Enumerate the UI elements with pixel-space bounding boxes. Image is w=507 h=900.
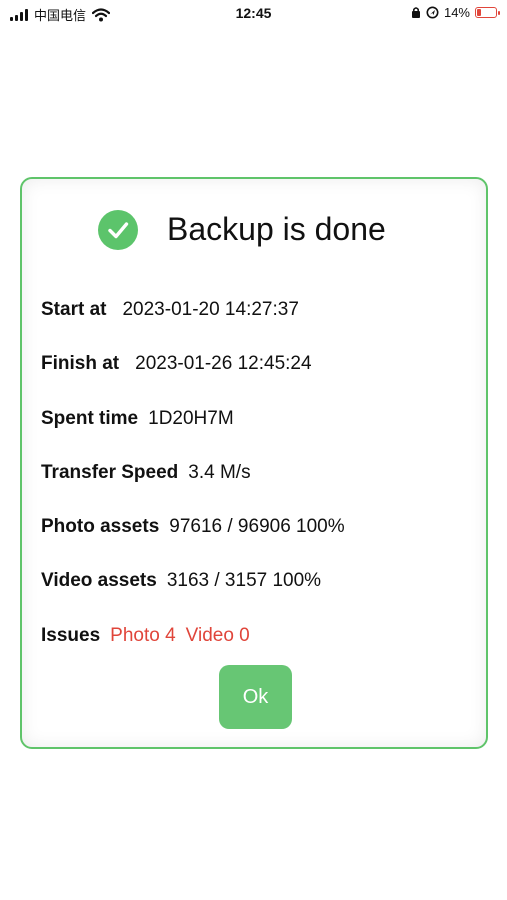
start-label: Start at — [41, 299, 107, 320]
spent-row: Spent time 1D20H7M — [41, 407, 234, 431]
status-right: 14% — [411, 5, 500, 20]
lock-icon — [411, 7, 420, 18]
photo-assets-label: Photo assets — [41, 516, 160, 537]
spent-value: 1D20H7M — [148, 408, 234, 429]
issues-photo-count: Photo 4 — [110, 625, 176, 646]
dialog-title: Backup is done — [167, 211, 386, 247]
battery-percent: 14% — [443, 5, 470, 20]
spent-label: Spent time — [41, 408, 139, 429]
finish-label: Finish at — [41, 353, 120, 374]
issues-video-count: Video 0 — [185, 625, 250, 646]
start-row: Start at 2023-01-20 14:27:37 — [41, 298, 299, 322]
speed-label: Transfer Speed — [41, 462, 179, 483]
backup-done-dialog: Backup is done Start at 2023-01-20 14:27:… — [20, 177, 488, 749]
speed-value: 3.4 M/s — [188, 462, 251, 483]
finish-value: 2023-01-26 12:45:24 — [135, 353, 312, 374]
status-bar: 中国电信 12:45 14% — [0, 0, 507, 30]
start-value: 2023-01-20 14:27:37 — [122, 299, 299, 320]
speed-row: Transfer Speed 3.4 M/s — [41, 461, 251, 485]
photo-assets-value: 97616 / 96906 100% — [169, 516, 345, 537]
finish-row: Finish at 2023-01-26 12:45:24 — [41, 352, 312, 376]
ok-button[interactable]: Ok — [219, 665, 292, 729]
issues-row: Issues Photo 4 Video 0 — [41, 624, 250, 648]
battery-icon — [475, 7, 500, 18]
location-icon — [426, 6, 439, 19]
issues-label: Issues — [41, 625, 101, 646]
dialog-header: Backup is done — [22, 201, 486, 257]
video-assets-label: Video assets — [41, 570, 157, 591]
photo-assets-row: Photo assets 97616 / 96906 100% — [41, 515, 345, 539]
check-circle-icon — [98, 210, 138, 250]
video-assets-row: Video assets 3163 / 3157 100% — [41, 569, 321, 593]
video-assets-value: 3163 / 3157 100% — [166, 570, 322, 591]
